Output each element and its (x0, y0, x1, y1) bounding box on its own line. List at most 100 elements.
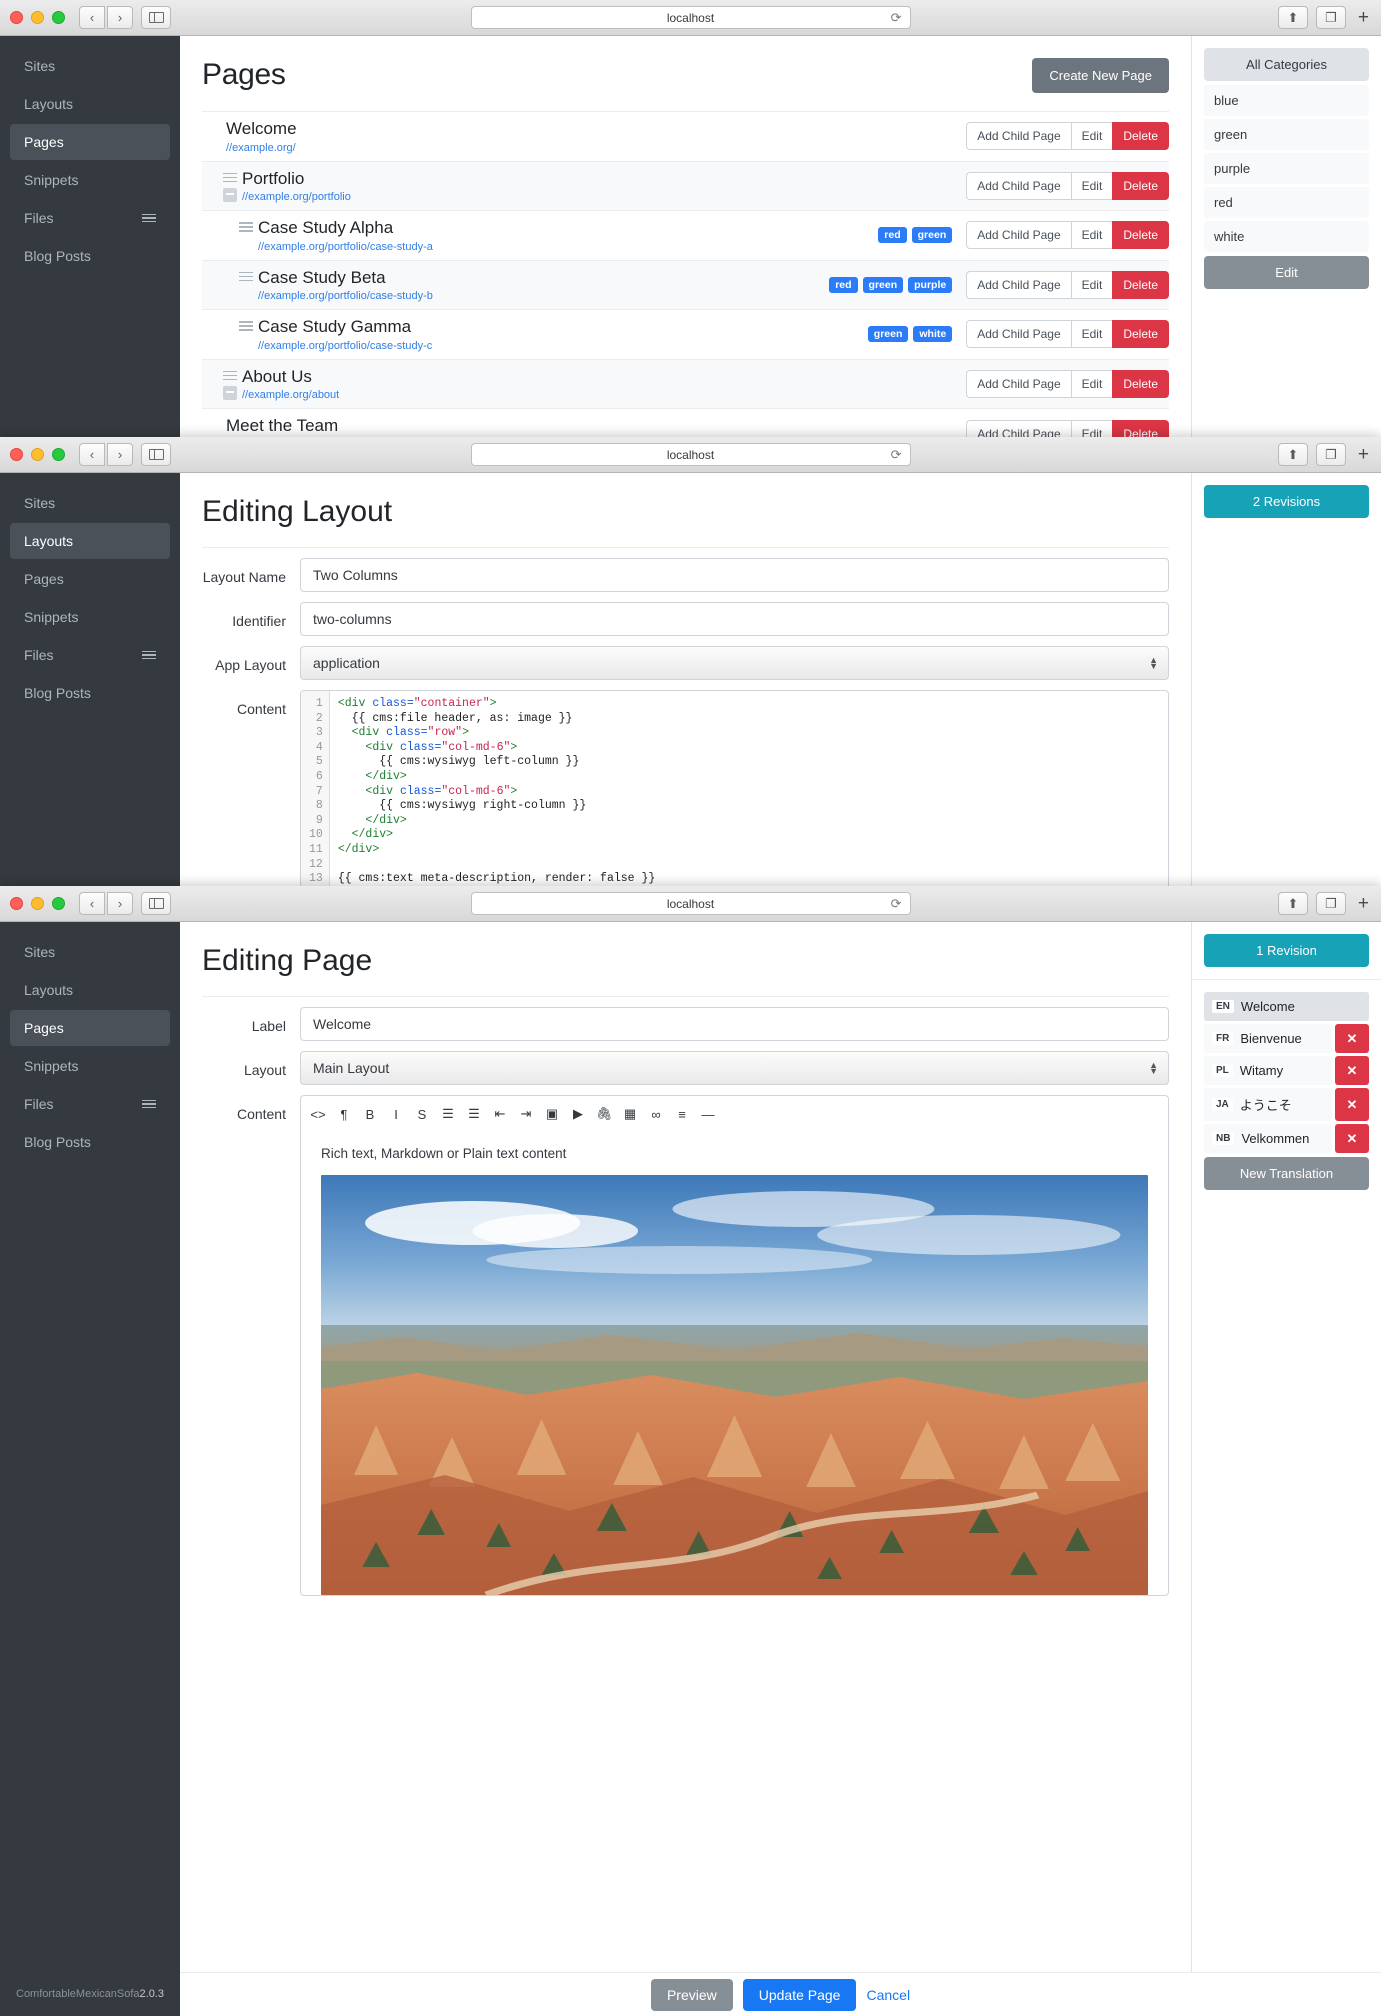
plus-icon[interactable]: + (1354, 893, 1371, 915)
drag-handle-icon[interactable] (239, 222, 253, 232)
sidebar-item-layouts[interactable]: Layouts (10, 523, 170, 559)
bullet-list-icon[interactable]: ☰ (435, 1102, 461, 1126)
translation-item[interactable]: NB Velkommen (1204, 1124, 1332, 1153)
close-window-button[interactable] (10, 448, 23, 461)
translation-item[interactable]: JA ようこそ (1204, 1088, 1332, 1121)
traffic-lights[interactable] (10, 11, 65, 24)
share-icon[interactable]: ⬆ (1277, 892, 1308, 915)
edit-page-button[interactable]: Edit (1070, 122, 1113, 151)
sidebar-item-pages[interactable]: Pages (10, 561, 170, 597)
close-window-button[interactable] (10, 897, 23, 910)
sidebar-item-snippets[interactable]: Snippets (10, 599, 170, 635)
sidebar-item-blog-posts[interactable]: Blog Posts (10, 1124, 170, 1160)
source-code-icon[interactable]: <> (305, 1102, 331, 1126)
sidebar-item-sites[interactable]: Sites (10, 48, 170, 84)
translation-item[interactable]: PL Witamy (1204, 1056, 1332, 1085)
page-row-url[interactable]: //example.org/ (226, 142, 297, 154)
page-row-url[interactable]: //example.org/about (242, 389, 339, 401)
layout-name-input[interactable]: Two Columns (300, 558, 1169, 592)
drag-handle-icon[interactable] (223, 370, 237, 381)
sidebar-toggle-icon[interactable] (141, 443, 171, 466)
new-tab-overview-icon[interactable]: ❐ (1315, 892, 1346, 915)
collapse-toggle-icon[interactable] (223, 188, 237, 203)
add-child-page-button[interactable]: Add Child Page (966, 419, 1071, 437)
indent-icon[interactable]: ⇥ (513, 1102, 539, 1126)
plus-icon[interactable]: + (1354, 7, 1371, 29)
edit-page-button[interactable]: Edit (1070, 270, 1113, 299)
sidebar-item-snippets[interactable]: Snippets (10, 162, 170, 198)
paragraph-icon[interactable]: ¶ (331, 1102, 357, 1126)
sidebar-item-sites[interactable]: Sites (10, 485, 170, 521)
label-input[interactable]: Welcome (300, 1007, 1169, 1041)
edit-page-button[interactable]: Edit (1070, 419, 1113, 437)
edit-page-button[interactable]: Edit (1070, 221, 1113, 250)
forward-chevron-icon[interactable]: › (107, 892, 133, 915)
category-list-item[interactable]: purple (1204, 153, 1369, 184)
reload-icon[interactable]: ⟳ (891, 896, 902, 912)
address-bar[interactable]: localhost ⟳ (470, 6, 911, 29)
drag-handle-icon[interactable] (223, 172, 237, 183)
page-row-url[interactable]: //example.org/portfolio/case-study-a (258, 241, 433, 253)
hamburger-icon[interactable] (142, 650, 156, 660)
plus-icon[interactable]: + (1354, 444, 1371, 466)
forward-chevron-icon[interactable]: › (107, 6, 133, 29)
numbered-list-icon[interactable]: ☰ (461, 1102, 487, 1126)
sidebar-item-sites[interactable]: Sites (10, 934, 170, 970)
forward-chevron-icon[interactable]: › (107, 443, 133, 466)
strikethrough-icon[interactable]: S (409, 1102, 435, 1126)
back-chevron-icon[interactable]: ‹ (79, 6, 105, 29)
nav-buttons[interactable]: ‹ › (79, 443, 133, 466)
outdent-icon[interactable]: ⇤ (487, 1102, 513, 1126)
edit-page-button[interactable]: Edit (1070, 320, 1113, 349)
address-bar[interactable]: localhost ⟳ (470, 443, 911, 466)
create-new-page-button[interactable]: Create New Page (1032, 58, 1169, 93)
revisions-button[interactable]: 1 Revision (1204, 934, 1369, 967)
align-left-icon[interactable]: ≡ (669, 1102, 695, 1126)
identifier-input[interactable]: two-columns (300, 602, 1169, 636)
image-icon[interactable]: ▣ (539, 1102, 565, 1126)
nav-buttons[interactable]: ‹ › (79, 6, 133, 29)
delete-page-button[interactable]: Delete (1112, 171, 1169, 200)
horizontal-rule-icon[interactable]: — (695, 1102, 721, 1126)
revisions-button[interactable]: 2 Revisions (1204, 485, 1369, 518)
sidebar-item-snippets[interactable]: Snippets (10, 1048, 170, 1084)
bold-icon[interactable]: B (357, 1102, 383, 1126)
maximize-window-button[interactable] (52, 897, 65, 910)
minimize-window-button[interactable] (31, 11, 44, 24)
categories-edit-button[interactable]: Edit (1204, 256, 1369, 289)
app-layout-select[interactable]: application ▲ ▼ (300, 646, 1169, 680)
delete-page-button[interactable]: Delete (1112, 221, 1169, 250)
new-tab-overview-icon[interactable]: ❐ (1315, 443, 1346, 466)
sidebar-item-pages[interactable]: Pages (10, 1010, 170, 1046)
content-code-editor[interactable]: 123456789101112131415 <div class="contai… (300, 690, 1169, 886)
rich-text-toolbar[interactable]: <> ¶ B I S ☰ ☰ ⇤ ⇥ ▣ ▶ 🖇 ▦ ∞ ≡ — (300, 1095, 1169, 1132)
new-translation-button[interactable]: New Translation (1204, 1157, 1369, 1190)
delete-page-button[interactable]: Delete (1112, 122, 1169, 151)
cancel-link[interactable]: Cancel (866, 1987, 910, 2003)
video-icon[interactable]: ▶ (565, 1102, 591, 1126)
traffic-lights[interactable] (10, 897, 65, 910)
add-child-page-button[interactable]: Add Child Page (966, 270, 1071, 299)
sidebar-item-files[interactable]: Files (10, 1086, 170, 1122)
link-icon[interactable]: ∞ (643, 1102, 669, 1126)
back-chevron-icon[interactable]: ‹ (79, 892, 105, 915)
rich-text-editor[interactable]: Rich text, Markdown or Plain text conten… (300, 1132, 1169, 1596)
reload-icon[interactable]: ⟳ (891, 447, 902, 463)
category-list-item[interactable]: red (1204, 187, 1369, 218)
delete-page-button[interactable]: Delete (1112, 370, 1169, 398)
all-categories-header[interactable]: All Categories (1204, 48, 1369, 81)
add-child-page-button[interactable]: Add Child Page (966, 221, 1071, 250)
sidebar-item-blog-posts[interactable]: Blog Posts (10, 675, 170, 711)
edit-page-button[interactable]: Edit (1070, 171, 1113, 200)
update-page-button[interactable]: Update Page (742, 1978, 857, 2011)
page-row-url[interactable]: //example.org/portfolio/case-study-b (258, 290, 433, 302)
sidebar-toggle-icon[interactable] (141, 6, 171, 29)
share-icon[interactable]: ⬆ (1277, 443, 1308, 466)
italic-icon[interactable]: I (383, 1102, 409, 1126)
maximize-window-button[interactable] (52, 11, 65, 24)
hamburger-icon[interactable] (142, 1099, 156, 1109)
delete-translation-icon[interactable]: ✕ (1335, 1024, 1369, 1053)
category-list-item[interactable]: white (1204, 221, 1369, 252)
add-child-page-button[interactable]: Add Child Page (966, 122, 1071, 151)
category-list-item[interactable]: green (1204, 119, 1369, 150)
